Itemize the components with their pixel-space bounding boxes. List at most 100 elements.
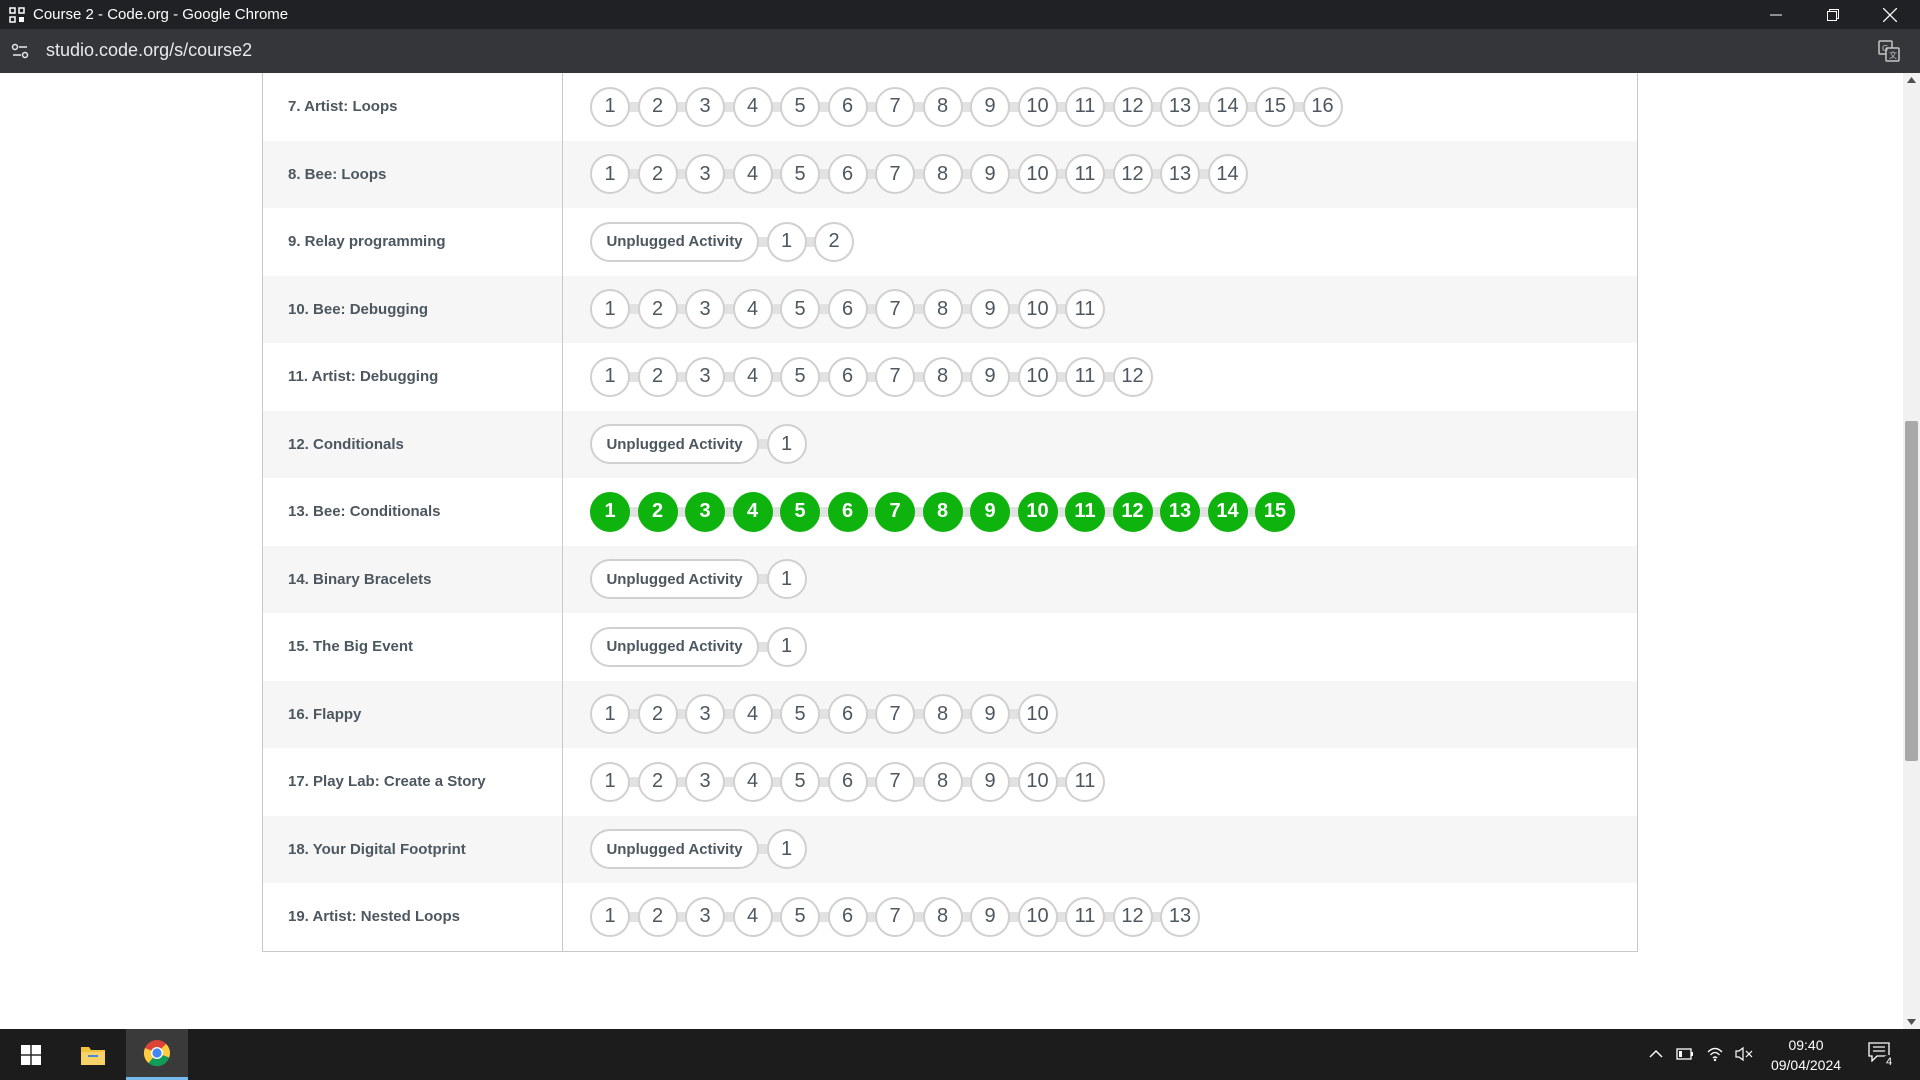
level-bubble[interactable]: 3 xyxy=(685,694,725,735)
level-bubble[interactable]: 4 xyxy=(732,491,773,532)
lesson-name[interactable]: 7. Artist: Loops xyxy=(263,73,563,141)
level-bubble[interactable]: 1 xyxy=(590,761,630,802)
lesson-name[interactable]: 18. Your Digital Footprint xyxy=(263,815,563,883)
lesson-name[interactable]: 9. Relay programming xyxy=(263,208,563,276)
level-bubble[interactable]: 14 xyxy=(1207,86,1248,127)
level-bubble[interactable]: 16 xyxy=(1302,86,1343,127)
level-bubble[interactable]: 2 xyxy=(814,221,854,262)
level-bubble[interactable]: 12 xyxy=(1112,896,1153,937)
level-bubble[interactable]: 9 xyxy=(970,491,1010,532)
level-bubble[interactable]: 1 xyxy=(590,896,630,937)
level-bubble[interactable]: 6 xyxy=(827,154,868,195)
level-bubble[interactable]: 4 xyxy=(732,154,773,195)
file-explorer-taskbar-button[interactable] xyxy=(62,1029,124,1080)
level-bubble[interactable]: 14 xyxy=(1207,154,1248,195)
level-bubble[interactable]: 3 xyxy=(685,761,725,802)
level-bubble[interactable]: 8 xyxy=(922,694,963,735)
level-bubble[interactable]: 5 xyxy=(780,86,820,127)
page-scrollbar[interactable] xyxy=(1903,73,1920,1029)
level-bubble[interactable]: 4 xyxy=(732,356,773,397)
level-bubble[interactable]: 3 xyxy=(685,154,725,195)
level-bubble[interactable]: 6 xyxy=(827,896,868,937)
lesson-name[interactable]: 19. Artist: Nested Loops xyxy=(263,883,563,951)
level-bubble[interactable]: 7 xyxy=(875,154,915,195)
lesson-name[interactable]: 11. Artist: Debugging xyxy=(263,343,563,411)
scrollbar-thumb[interactable] xyxy=(1905,421,1918,761)
level-bubble[interactable]: 2 xyxy=(637,289,678,330)
unplugged-activity-button[interactable]: Unplugged Activity xyxy=(590,424,759,465)
level-bubble[interactable]: 5 xyxy=(780,761,820,802)
level-bubble[interactable]: 4 xyxy=(732,289,773,330)
lesson-name[interactable]: 15. The Big Event xyxy=(263,613,563,681)
level-bubble[interactable]: 8 xyxy=(922,356,963,397)
level-bubble[interactable]: 5 xyxy=(780,356,820,397)
start-button[interactable] xyxy=(0,1029,62,1080)
level-bubble[interactable]: 8 xyxy=(922,154,963,195)
lesson-name[interactable]: 14. Binary Bracelets xyxy=(263,545,563,613)
level-bubble[interactable]: 11 xyxy=(1065,154,1105,195)
level-bubble[interactable]: 14 xyxy=(1207,491,1248,532)
level-bubble[interactable]: 9 xyxy=(970,289,1010,330)
level-bubble[interactable]: 11 xyxy=(1065,896,1105,937)
battery-icon[interactable] xyxy=(1676,1046,1694,1062)
level-bubble[interactable]: 7 xyxy=(875,896,915,937)
unplugged-activity-button[interactable]: Unplugged Activity xyxy=(590,559,759,600)
lesson-name[interactable]: 12. Conditionals xyxy=(263,410,563,478)
level-bubble[interactable]: 11 xyxy=(1065,356,1105,397)
level-bubble[interactable]: 1 xyxy=(590,86,630,127)
chrome-taskbar-button[interactable] xyxy=(126,1029,188,1080)
level-bubble[interactable]: 1 xyxy=(766,424,807,465)
level-bubble[interactable]: 4 xyxy=(732,761,773,802)
level-bubble[interactable]: 8 xyxy=(922,86,963,127)
level-bubble[interactable]: 10 xyxy=(1017,356,1058,397)
level-bubble[interactable]: 7 xyxy=(875,289,915,330)
level-bubble[interactable]: 11 xyxy=(1065,289,1105,330)
level-bubble[interactable]: 11 xyxy=(1065,491,1105,532)
level-bubble[interactable]: 9 xyxy=(970,86,1010,127)
level-bubble[interactable]: 7 xyxy=(875,694,915,735)
level-bubble[interactable]: 6 xyxy=(827,289,868,330)
lesson-name[interactable]: 13. Bee: Conditionals xyxy=(263,478,563,546)
level-bubble[interactable]: 3 xyxy=(685,356,725,397)
level-bubble[interactable]: 2 xyxy=(637,896,678,937)
level-bubble[interactable]: 13 xyxy=(1160,491,1200,532)
level-bubble[interactable]: 13 xyxy=(1160,896,1200,937)
level-bubble[interactable]: 1 xyxy=(590,356,630,397)
level-bubble[interactable]: 10 xyxy=(1017,86,1058,127)
level-bubble[interactable]: 10 xyxy=(1017,491,1058,532)
scroll-up-arrow-icon[interactable] xyxy=(1907,77,1916,83)
level-bubble[interactable]: 1 xyxy=(766,221,807,262)
level-bubble[interactable]: 9 xyxy=(970,761,1010,802)
level-bubble[interactable]: 3 xyxy=(685,896,725,937)
level-bubble[interactable]: 5 xyxy=(780,154,820,195)
level-bubble[interactable]: 12 xyxy=(1112,356,1153,397)
level-bubble[interactable]: 1 xyxy=(590,154,630,195)
level-bubble[interactable]: 1 xyxy=(590,289,630,330)
lesson-name[interactable]: 10. Bee: Debugging xyxy=(263,275,563,343)
level-bubble[interactable]: 11 xyxy=(1065,86,1105,127)
unplugged-activity-button[interactable]: Unplugged Activity xyxy=(590,829,759,870)
level-bubble[interactable]: 1 xyxy=(766,626,807,667)
level-bubble[interactable]: 9 xyxy=(970,356,1010,397)
unplugged-activity-button[interactable]: Unplugged Activity xyxy=(590,221,759,262)
level-bubble[interactable]: 6 xyxy=(827,491,868,532)
level-bubble[interactable]: 8 xyxy=(922,491,963,532)
level-bubble[interactable]: 10 xyxy=(1017,761,1058,802)
level-bubble[interactable]: 12 xyxy=(1112,86,1153,127)
scroll-down-arrow-icon[interactable] xyxy=(1907,1019,1916,1025)
level-bubble[interactable]: 1 xyxy=(766,559,807,600)
level-bubble[interactable]: 5 xyxy=(780,491,820,532)
level-bubble[interactable]: 15 xyxy=(1255,86,1295,127)
lesson-name[interactable]: 17. Play Lab: Create a Story xyxy=(263,748,563,816)
level-bubble[interactable]: 13 xyxy=(1160,86,1200,127)
lesson-name[interactable]: 16. Flappy xyxy=(263,680,563,748)
level-bubble[interactable]: 7 xyxy=(875,491,915,532)
level-bubble[interactable]: 10 xyxy=(1017,154,1058,195)
wifi-icon[interactable] xyxy=(1706,1046,1724,1062)
level-bubble[interactable]: 6 xyxy=(827,356,868,397)
close-button[interactable] xyxy=(1862,0,1918,29)
level-bubble[interactable]: 9 xyxy=(970,154,1010,195)
level-bubble[interactable]: 2 xyxy=(637,86,678,127)
translate-icon[interactable]: G 文 xyxy=(1878,40,1900,62)
level-bubble[interactable]: 1 xyxy=(590,491,630,532)
